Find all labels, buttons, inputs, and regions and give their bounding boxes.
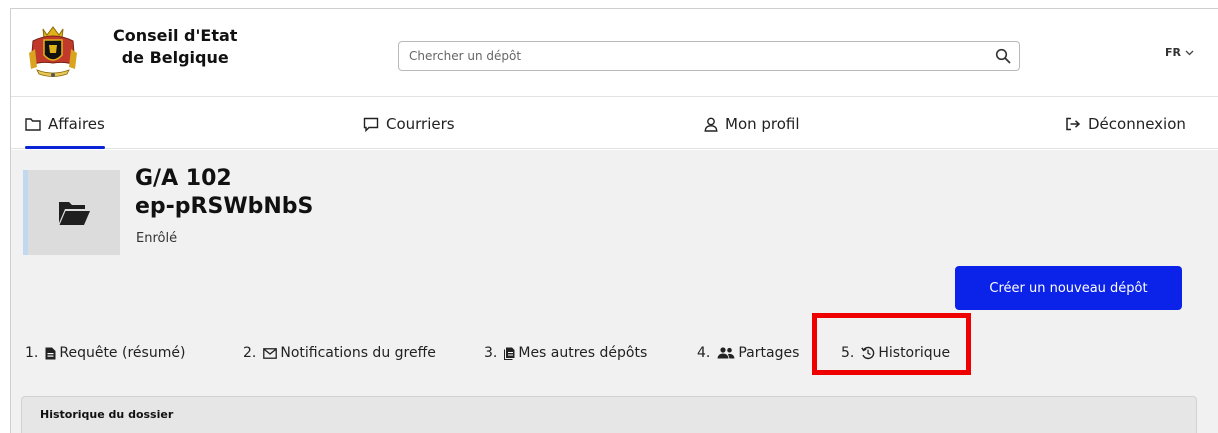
tab-historique[interactable]: 5. Historique — [841, 345, 950, 361]
envelope-icon — [263, 347, 278, 359]
users-icon — [717, 347, 735, 359]
case-reference: G/A 102 — [135, 166, 232, 191]
user-icon — [704, 117, 718, 132]
search-icon — [995, 48, 1011, 64]
nav-label-courriers: Courriers — [386, 115, 455, 133]
tab-label: Partages — [738, 345, 800, 361]
history-title: Historique du dossier — [40, 408, 174, 421]
case-icon-box — [23, 170, 120, 255]
brand-line-1: Conseil d'Etat — [113, 26, 238, 45]
create-new-deposit-button[interactable]: Créer un nouveau dépôt — [955, 266, 1182, 310]
tab-requete[interactable]: 1. Requête (résumé) — [25, 345, 185, 361]
tab-number: 5. — [841, 345, 855, 361]
language-selector[interactable]: FR — [1165, 46, 1194, 59]
history-panel: Historique du dossier — [21, 396, 1197, 433]
speech-bubble-icon — [363, 117, 379, 132]
chevron-down-icon — [1185, 50, 1194, 55]
tab-label: Mes autres dépôts — [518, 345, 648, 361]
tab-number: 3. — [484, 345, 498, 361]
page-frame: Conseil d'Etat de Belgique FR Aff — [10, 8, 1218, 433]
brand-line-2: de Belgique — [121, 48, 229, 67]
tab-number: 2. — [243, 345, 257, 361]
nav-item-mon-profil[interactable]: Mon profil — [704, 115, 800, 133]
header: Conseil d'Etat de Belgique FR — [11, 9, 1218, 97]
tab-label: Notifications du greffe — [280, 345, 436, 361]
search-box — [398, 41, 1020, 71]
open-folder-icon — [59, 201, 90, 225]
main-nav: Affaires Courriers Mon profil Déconnexio… — [11, 97, 1218, 149]
logout-icon — [1066, 117, 1081, 131]
history-section: Historique du dossier — [11, 380, 1218, 433]
tab-number: 1. — [25, 345, 39, 361]
history-icon — [861, 346, 875, 360]
language-label: FR — [1165, 46, 1181, 59]
case-name: ep-pRSWbNbS — [135, 194, 314, 219]
nav-item-courriers[interactable]: Courriers — [363, 115, 455, 133]
brand-name: Conseil d'Etat de Belgique — [113, 25, 237, 69]
search-input[interactable] — [399, 42, 979, 70]
search-button[interactable] — [991, 45, 1015, 67]
case-status: Enrôlé — [136, 231, 178, 246]
tab-label: Requête (résumé) — [59, 345, 186, 361]
nav-item-affaires[interactable]: Affaires — [25, 115, 105, 149]
documents-icon — [504, 347, 515, 360]
case-panel: G/A 102 ep-pRSWbNbS Enrôlé Créer un nouv… — [11, 150, 1218, 380]
nav-label-deconnexion: Déconnexion — [1088, 115, 1186, 133]
tab-label: Historique — [878, 345, 951, 361]
folder-icon — [25, 118, 41, 131]
nav-label-affaires: Affaires — [48, 115, 105, 133]
tab-notifications[interactable]: 2. Notifications du greffe — [243, 345, 436, 361]
belgian-coat-of-arms-logo — [29, 26, 77, 77]
tab-partages[interactable]: 4. Partages — [697, 345, 799, 361]
nav-label-mon-profil: Mon profil — [725, 115, 800, 133]
document-icon — [45, 347, 56, 359]
case-tabs: 1. Requête (résumé) 2. Notifications du … — [11, 330, 1218, 380]
tab-number: 4. — [697, 345, 711, 361]
tab-mes-autres-depots[interactable]: 3. Mes autres dépôts — [484, 345, 647, 361]
nav-item-deconnexion[interactable]: Déconnexion — [1065, 115, 1186, 133]
